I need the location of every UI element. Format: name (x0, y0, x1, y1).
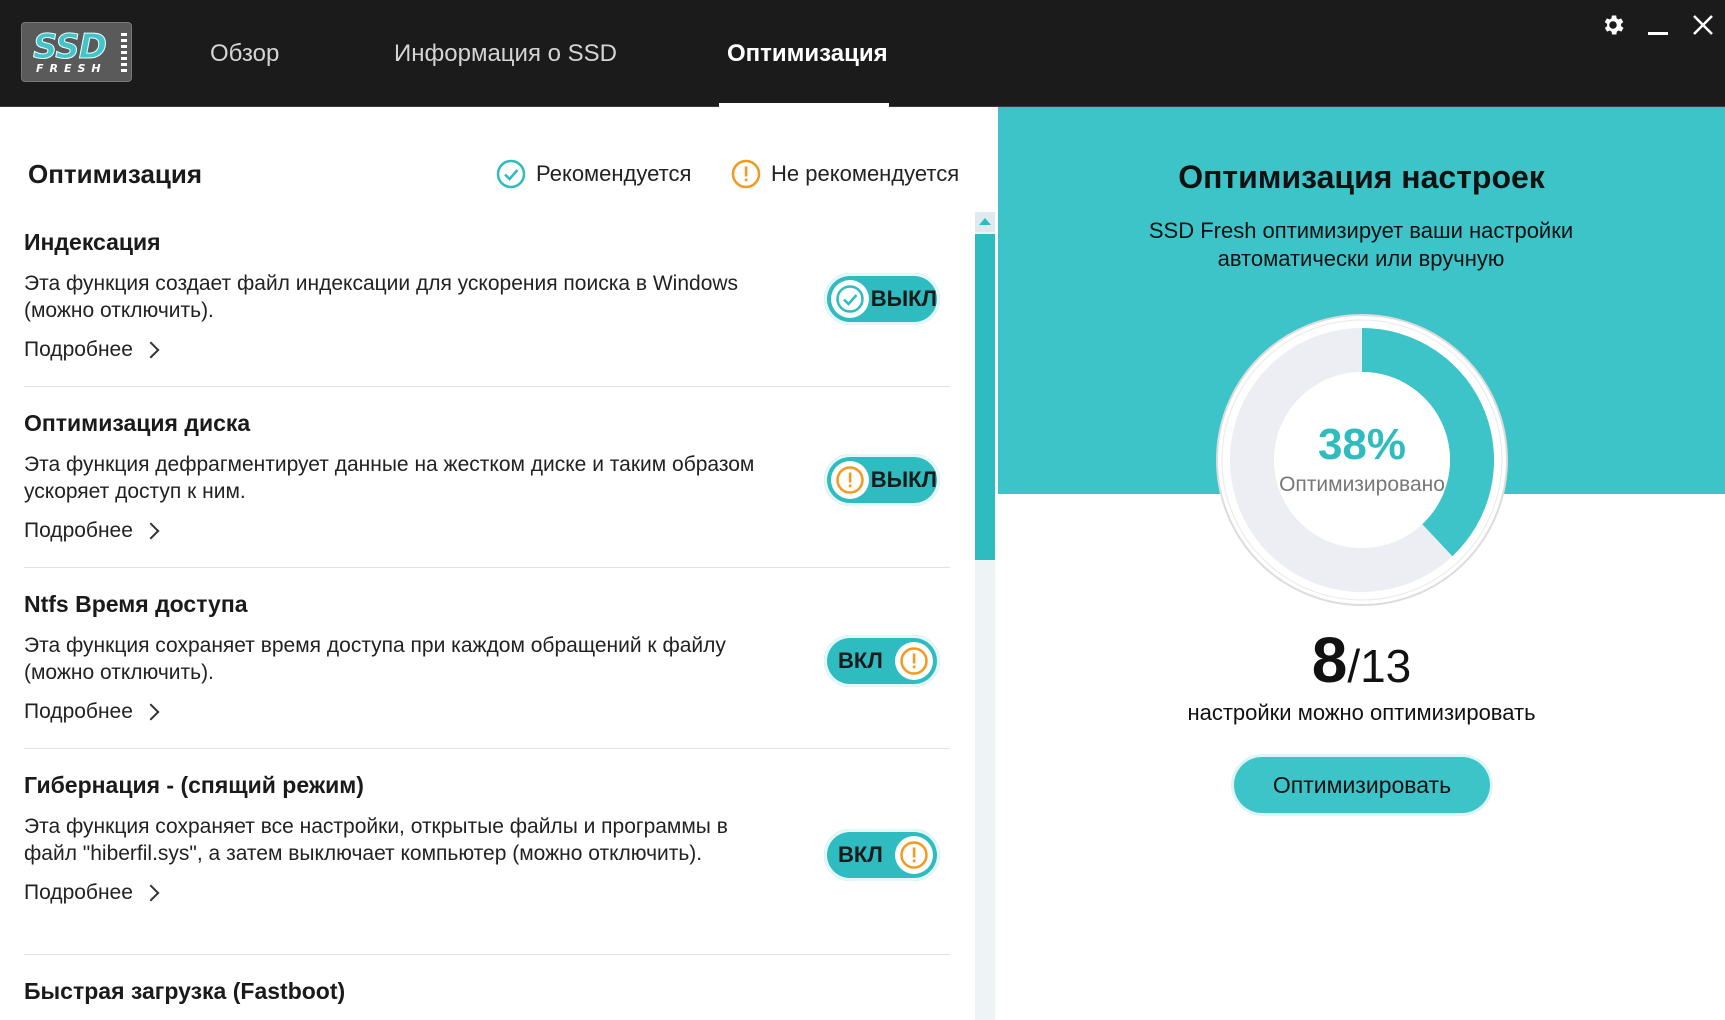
tab-ssd-info[interactable]: Информация о SSD (394, 40, 617, 68)
gear-icon[interactable] (1599, 12, 1627, 40)
chevron-right-icon (142, 522, 160, 540)
settings-count: 8/13 (998, 623, 1725, 697)
warning-circle-icon (836, 466, 864, 494)
setting-item-hibernation: Гибернация - (спящий режим) Эта функция … (24, 772, 950, 905)
toggle-indexing[interactable]: ВЫКЛ (824, 273, 940, 325)
toggle-label: ВЫКЛ (870, 286, 937, 311)
chevron-right-icon (142, 884, 160, 902)
divider (24, 386, 950, 387)
percent-value: 38% (1317, 420, 1407, 469)
setting-description: Эта функция сохраняет время доступа при … (24, 634, 726, 684)
divider (24, 748, 950, 749)
divider (24, 954, 950, 955)
setting-description: Эта функция создает файл индексации для … (24, 272, 739, 322)
legend-not-recommended: Не рекомендуется (731, 159, 959, 189)
chevron-right-icon (142, 341, 160, 359)
toggle-knob (895, 836, 933, 874)
toggle-label: ВЫКЛ (870, 467, 937, 492)
toggle-disk-optimization[interactable]: ВЫКЛ (824, 454, 940, 506)
summary-panel: Оптимизация настроек SSD Fresh оптимизир… (998, 107, 1725, 1020)
summary-subtitle: SSD Fresh оптимизирует ваши настройки ав… (1148, 218, 1574, 271)
more-link[interactable]: Подробнее (24, 338, 160, 362)
more-link[interactable]: Подробнее (24, 881, 160, 905)
count-label: настройки можно оптимизировать (1187, 700, 1536, 725)
setting-description: Эта функция дефрагментирует данные на же… (24, 453, 755, 503)
warning-circle-icon (900, 647, 928, 675)
more-link-label: Подробнее (24, 338, 133, 361)
warning-circle-icon (731, 159, 761, 189)
setting-item-disk-optimization: Оптимизация диска Эта функция дефрагмент… (24, 410, 950, 543)
setting-item-indexing: Индексация Эта функция создает файл инде… (24, 229, 950, 362)
close-icon[interactable] (1689, 12, 1717, 40)
more-link-label: Подробнее (24, 881, 133, 904)
check-circle-icon (496, 159, 526, 189)
optimization-list-panel: Оптимизация Рекомендуется Не рекомендует… (0, 107, 998, 1020)
logo-text: SSD (33, 27, 108, 68)
setting-description: Эта функция сохраняет все настройки, отк… (24, 815, 728, 865)
more-link[interactable]: Подробнее (24, 700, 160, 724)
count-total: /13 (1347, 640, 1412, 692)
toggle-ntfs-access-time[interactable]: ВКЛ (824, 635, 940, 687)
logo-bars-icon (121, 33, 127, 73)
warning-circle-icon (900, 841, 928, 869)
tab-optimization[interactable]: Оптимизация (727, 40, 888, 68)
summary-title: Оптимизация настроек (1178, 159, 1545, 195)
setting-title: Оптимизация диска (24, 410, 251, 436)
percent-label: Оптимизировано (1279, 473, 1445, 496)
more-link[interactable]: Подробнее (24, 519, 160, 543)
legend-not-recommended-label: Не рекомендуется (771, 161, 960, 186)
setting-title: Индексация (24, 229, 161, 255)
setting-title: Быстрая загрузка (Fastboot) (24, 978, 346, 1004)
optimize-button[interactable]: Оптимизировать (1234, 757, 1490, 813)
check-circle-icon (836, 285, 864, 313)
toggle-knob (895, 642, 933, 680)
legend-recommended-label: Рекомендуется (536, 161, 692, 186)
toggle-knob (831, 461, 869, 499)
toggle-label: ВКЛ (838, 648, 883, 673)
divider (24, 567, 950, 568)
scrollbar[interactable] (975, 212, 995, 1020)
count-current: 8 (1311, 624, 1348, 696)
legend-recommended: Рекомендуется (496, 159, 691, 189)
setting-title: Ntfs Время доступа (24, 591, 248, 617)
toggle-label: ВКЛ (838, 842, 883, 867)
setting-title: Гибернация - (спящий режим) (24, 772, 364, 798)
toggle-hibernation[interactable]: ВКЛ (824, 829, 940, 881)
scrollbar-thumb[interactable] (975, 234, 995, 560)
more-link-label: Подробнее (24, 700, 133, 723)
setting-item-ntfs-access-time: Ntfs Время доступа Эта функция сохраняет… (24, 591, 950, 724)
scroll-up-button[interactable] (975, 212, 995, 232)
title-bar: SSD FRESH Обзор Информация о SSD Оптимиз… (0, 0, 1725, 107)
minimize-icon[interactable] (1644, 12, 1672, 40)
tab-overview[interactable]: Обзор (210, 40, 279, 68)
more-link-label: Подробнее (24, 519, 133, 542)
setting-item-fastboot: Быстрая загрузка (Fastboot) (24, 978, 950, 1005)
toggle-knob (831, 280, 869, 318)
chevron-right-icon (142, 703, 160, 721)
logo-subtext: FRESH (36, 62, 107, 75)
section-title: Оптимизация (28, 159, 203, 189)
app-logo: SSD FRESH (21, 22, 132, 82)
